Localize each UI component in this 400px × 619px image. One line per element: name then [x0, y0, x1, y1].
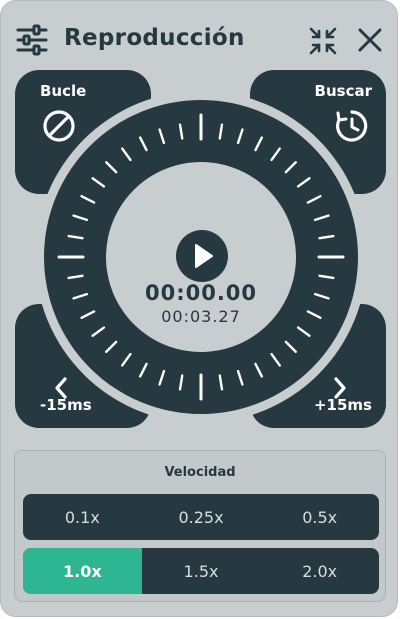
- collapse-button[interactable]: [307, 25, 339, 57]
- close-icon: [358, 28, 382, 52]
- speed-selector: Velocidad 0.1x 0.25x 0.5x 1.0x 1.5x 2.0x: [14, 450, 386, 602]
- speed-row-1: 0.1x 0.25x 0.5x: [23, 494, 379, 540]
- speed-option[interactable]: 0.5x: [260, 494, 379, 540]
- speed-option[interactable]: 2.0x: [260, 548, 379, 594]
- close-button[interactable]: [355, 25, 385, 55]
- speed-row-2: 1.0x 1.5x 2.0x: [23, 548, 379, 594]
- collapse-arrows-icon: [309, 27, 337, 55]
- play-button[interactable]: [176, 230, 228, 282]
- total-time: 00:03.27: [161, 307, 241, 326]
- speed-option[interactable]: 1.5x: [142, 548, 261, 594]
- settings-button[interactable]: [15, 23, 49, 57]
- playback-panel: Reproducción Bucle Buscar -15ms +15ms 00…: [0, 0, 398, 617]
- speed-title: Velocidad: [164, 465, 236, 480]
- sliders-icon: [16, 24, 48, 56]
- play-icon: [195, 244, 213, 268]
- speed-option[interactable]: 0.1x: [23, 494, 142, 540]
- speed-option[interactable]: 0.25x: [142, 494, 261, 540]
- speed-option[interactable]: 1.0x: [23, 548, 142, 594]
- panel-header: Reproducción: [1, 1, 397, 79]
- current-time: 00:00.00: [144, 281, 258, 305]
- page-title: Reproducción: [64, 25, 245, 51]
